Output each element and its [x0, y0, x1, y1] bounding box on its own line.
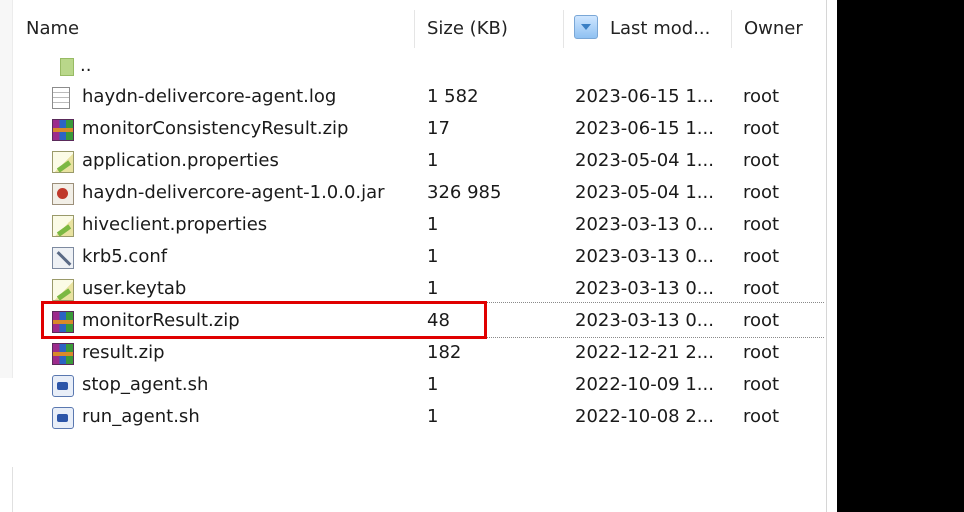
column-header-owner[interactable]: Owner	[732, 10, 826, 48]
file-modified: 2023-03-13 0...	[575, 278, 714, 299]
file-row[interactable]: hiveclient.properties 1 2023-03-13 0... …	[14, 209, 826, 241]
file-name: stop_agent.sh	[82, 374, 209, 395]
parent-directory-label: ..	[80, 55, 92, 76]
file-modified: 2023-03-13 0...	[575, 310, 714, 331]
black-background-region	[837, 0, 964, 512]
file-row[interactable]: stop_agent.sh 1 2022-10-09 1... root	[14, 369, 826, 401]
file-row[interactable]: haydn-delivercore-agent.log 1 582 2023-0…	[14, 81, 826, 113]
log-file-icon	[52, 87, 70, 109]
file-size: 1	[427, 406, 439, 427]
file-name: krb5.conf	[82, 246, 168, 267]
file-owner: root	[743, 310, 780, 331]
file-modified: 2022-10-09 1...	[575, 374, 714, 395]
file-modified: 2023-05-04 1...	[575, 150, 714, 171]
file-row[interactable]: krb5.conf 1 2023-03-13 0... root	[14, 241, 826, 273]
file-owner: root	[743, 118, 780, 139]
file-size: 1	[427, 214, 439, 235]
file-owner: root	[743, 278, 780, 299]
file-owner: root	[743, 374, 780, 395]
file-owner: root	[743, 246, 780, 267]
file-modified: 2023-05-04 1...	[575, 182, 714, 203]
file-modified: 2023-06-15 1...	[575, 118, 714, 139]
shell-script-icon	[52, 407, 74, 429]
file-size: 1	[427, 246, 439, 267]
shell-script-icon	[52, 375, 74, 397]
properties-file-icon	[52, 279, 74, 301]
focus-dotted-line-top	[468, 302, 824, 303]
file-size: 1	[427, 374, 439, 395]
zip-archive-icon	[52, 343, 74, 365]
file-name: haydn-delivercore-agent.log	[82, 86, 337, 107]
highlight-annotation-box	[41, 301, 487, 339]
file-owner: root	[743, 182, 780, 203]
jar-file-icon	[52, 183, 74, 205]
file-modified: 2023-03-13 0...	[575, 246, 714, 267]
zip-archive-icon	[52, 119, 74, 141]
file-modified: 2022-12-21 2...	[575, 342, 714, 363]
file-size: 182	[427, 342, 462, 363]
parent-folder-icon	[60, 58, 74, 76]
file-size: 1 582	[427, 86, 479, 107]
column-header-name[interactable]: Name	[14, 10, 415, 48]
file-name: hiveclient.properties	[82, 214, 268, 235]
file-modified: 2022-10-08 2...	[575, 406, 714, 427]
file-owner: root	[743, 214, 780, 235]
column-header-modified[interactable]: Last mod...	[564, 10, 732, 48]
file-row[interactable]: run_agent.sh 1 2022-10-08 2... root	[14, 401, 826, 433]
column-header-size[interactable]: Size (KB)	[415, 10, 564, 48]
file-modified: 2023-03-13 0...	[575, 214, 714, 235]
file-name: monitorConsistencyResult.zip	[82, 118, 349, 139]
file-owner: root	[743, 86, 780, 107]
file-name: haydn-delivercore-agent-1.0.0.jar	[82, 182, 385, 203]
file-row[interactable]: monitorConsistencyResult.zip 17 2023-06-…	[14, 113, 826, 145]
file-size: 326 985	[427, 182, 502, 203]
config-file-icon	[52, 247, 74, 269]
sort-shield-icon	[574, 15, 598, 39]
file-size: 17	[427, 118, 450, 139]
file-owner: root	[743, 406, 780, 427]
parent-directory-row[interactable]: ..	[14, 50, 826, 82]
file-row[interactable]: application.properties 1 2023-05-04 1...…	[14, 145, 826, 177]
column-header-modified-label: Last mod...	[610, 18, 711, 39]
file-row[interactable]: haydn-delivercore-agent-1.0.0.jar 326 98…	[14, 177, 826, 209]
file-list-panel: Name Size (KB) Last mod... Owner .. hayd…	[0, 0, 827, 512]
file-size: 1	[427, 150, 439, 171]
file-row[interactable]: result.zip 182 2022-12-21 2... root	[14, 337, 826, 369]
properties-file-icon	[52, 215, 74, 237]
file-name: application.properties	[82, 150, 279, 171]
left-pane-edge-lower	[0, 467, 13, 512]
file-owner: root	[743, 150, 780, 171]
properties-file-icon	[52, 151, 74, 173]
left-pane-edge	[0, 0, 13, 378]
column-header-row: Name Size (KB) Last mod... Owner	[14, 10, 826, 48]
file-name: run_agent.sh	[82, 406, 200, 427]
file-modified: 2023-06-15 1...	[575, 86, 714, 107]
file-owner: root	[743, 342, 780, 363]
file-name: result.zip	[82, 342, 165, 363]
